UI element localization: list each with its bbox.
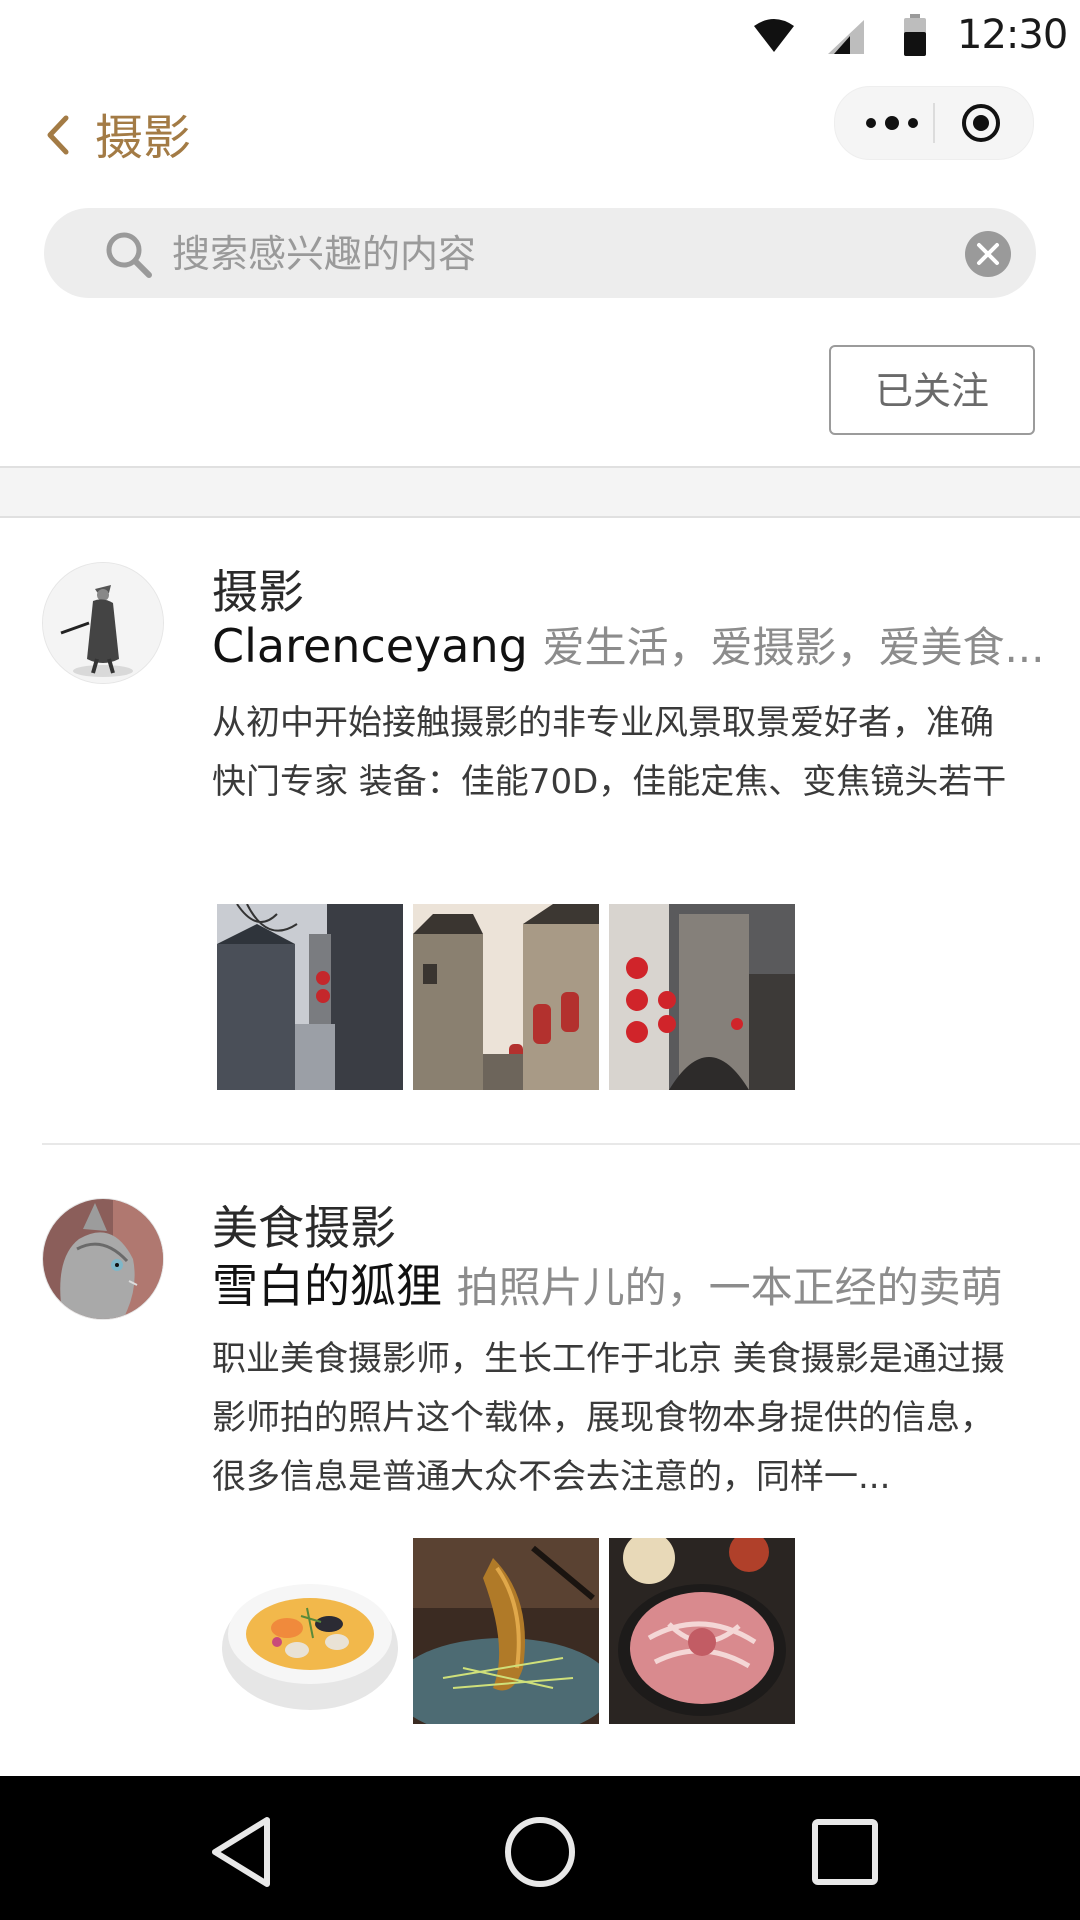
system-navigation-bar	[0, 1776, 1080, 1920]
wifi-icon	[754, 19, 794, 52]
battery-icon	[904, 14, 926, 56]
card-divider	[42, 1143, 1080, 1145]
more-dots-icon[interactable]	[861, 107, 923, 139]
feed-card[interactable]: 摄影 Clarenceyang 爱生活，爱摄影，爱美食... 从初中开始接触摄影…	[0, 514, 1080, 1144]
avatar-cat	[43, 1199, 163, 1319]
sliced-beef-hotpot-photo[interactable]	[609, 1538, 795, 1724]
seafood-soup-bowl-photo[interactable]	[217, 1538, 403, 1724]
target-circle-icon[interactable]	[959, 101, 1003, 145]
cellular-signal-icon	[828, 20, 864, 54]
home-circle-icon[interactable]	[500, 1812, 580, 1892]
card-category: 摄影	[212, 565, 304, 619]
followed-button[interactable]: 已关注	[829, 345, 1035, 435]
chevron-left-icon[interactable]	[30, 100, 90, 170]
clear-circle-icon[interactable]	[964, 230, 1012, 278]
card-tagline: 爱生活，爱摄影，爱美食...	[542, 623, 1042, 672]
card-tagline: 拍照片儿的，一本正经的卖萌	[456, 1263, 1003, 1312]
hui-style-houses-lanterns-photo[interactable]	[413, 904, 599, 1090]
search-bar	[44, 208, 1036, 298]
card-userline: 雪白的狐狸 拍照片儿的，一本正经的卖萌	[212, 1250, 1042, 1316]
mini-program-capsule	[834, 86, 1034, 160]
capsule-divider	[933, 103, 935, 143]
card-userline: Clarenceyang 爱生活，爱摄影，爱美食...	[212, 614, 1042, 675]
card-username[interactable]: Clarenceyang	[212, 619, 528, 673]
red-lanterns-street-photo[interactable]	[609, 904, 795, 1090]
page-title: 摄影	[95, 110, 192, 166]
section-separator	[0, 466, 1080, 518]
card-description: 职业美食摄影师，生长工作于北京 美食摄影是通过摄影师拍的照片这个载体，展现食物本…	[212, 1339, 1005, 1497]
card-username[interactable]: 雪白的狐狸	[212, 1259, 442, 1313]
old-town-alley-photo[interactable]	[217, 904, 403, 1090]
status-time: 12:30	[957, 12, 1068, 58]
back-triangle-icon[interactable]	[203, 1812, 283, 1892]
card-category: 美食摄影	[212, 1201, 396, 1255]
grilled-shrimp-plate-photo[interactable]	[413, 1538, 599, 1724]
search-icon	[106, 232, 152, 278]
avatar[interactable]	[42, 562, 164, 684]
card-description: 从初中开始接触摄影的非专业风景取景爱好者，准确快门专家 装备：佳能70D，佳能定…	[212, 703, 1007, 802]
avatar[interactable]	[42, 1198, 164, 1320]
search-input[interactable]	[170, 222, 954, 286]
status-bar: 12:30	[0, 0, 1080, 72]
avatar-ink-warrior	[43, 563, 163, 683]
recents-square-icon[interactable]	[805, 1812, 885, 1892]
feed-card[interactable]: 美食摄影 雪白的狐狸 拍照片儿的，一本正经的卖萌 职业美食摄影师，生长工作于北京…	[0, 1150, 1080, 1770]
